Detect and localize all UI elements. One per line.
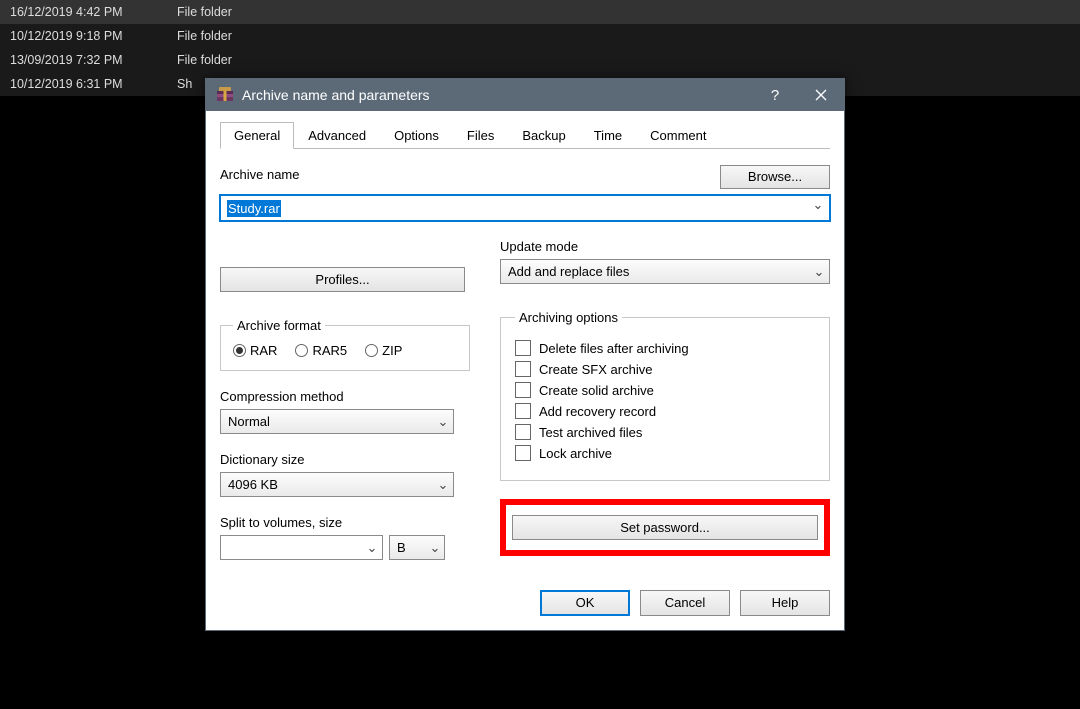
split-unit-value: B bbox=[390, 540, 426, 555]
file-type: Sh bbox=[177, 72, 192, 96]
archive-name-label: Archive name bbox=[220, 165, 720, 182]
checkbox-test[interactable]: Test archived files bbox=[515, 424, 815, 440]
file-date: 16/12/2019 4:42 PM bbox=[0, 0, 177, 24]
archive-format-legend: Archive format bbox=[233, 318, 325, 333]
help-button-bottom[interactable]: Help bbox=[740, 590, 830, 616]
tab-strip: General Advanced Options Files Backup Ti… bbox=[220, 121, 830, 149]
archive-dialog: Archive name and parameters ? General Ad… bbox=[205, 78, 845, 631]
dialog-buttons: OK Cancel Help bbox=[220, 590, 830, 616]
split-unit-select[interactable]: B ⌄ bbox=[389, 535, 445, 560]
file-date: 10/12/2019 6:31 PM bbox=[0, 72, 177, 96]
cancel-button[interactable]: Cancel bbox=[640, 590, 730, 616]
chevron-down-icon: ⌄ bbox=[433, 477, 453, 493]
tab-backup[interactable]: Backup bbox=[508, 122, 579, 149]
chevron-down-icon: ⌄ bbox=[362, 540, 382, 556]
checkbox-label: Add recovery record bbox=[539, 404, 656, 419]
checkbox-icon bbox=[515, 445, 531, 461]
set-password-highlight: Set password... bbox=[500, 499, 830, 556]
chevron-down-icon[interactable] bbox=[807, 196, 829, 220]
split-volumes-label: Split to volumes, size bbox=[220, 515, 480, 530]
archive-name-field[interactable]: Study.rar bbox=[220, 195, 830, 221]
file-date: 10/12/2019 9:18 PM bbox=[0, 24, 177, 48]
dialog-client: General Advanced Options Files Backup Ti… bbox=[206, 111, 844, 630]
checkbox-label: Lock archive bbox=[539, 446, 612, 461]
compression-method-value: Normal bbox=[221, 414, 433, 429]
tab-general[interactable]: General bbox=[220, 122, 294, 149]
checkbox-label: Delete files after archiving bbox=[539, 341, 689, 356]
help-button[interactable]: ? bbox=[752, 79, 798, 111]
checkbox-solid[interactable]: Create solid archive bbox=[515, 382, 815, 398]
archive-name-input[interactable]: Study.rar bbox=[221, 196, 807, 220]
winrar-icon bbox=[214, 84, 236, 106]
radio-icon bbox=[233, 344, 246, 357]
split-size-input[interactable]: ⌄ bbox=[220, 535, 383, 560]
dictionary-size-value: 4096 KB bbox=[221, 477, 433, 492]
update-mode-value: Add and replace files bbox=[501, 264, 809, 279]
tab-time[interactable]: Time bbox=[580, 122, 636, 149]
compression-method-select[interactable]: Normal ⌄ bbox=[220, 409, 454, 434]
tab-options[interactable]: Options bbox=[380, 122, 453, 149]
file-date: 13/09/2019 7:32 PM bbox=[0, 48, 177, 72]
checkbox-label: Create solid archive bbox=[539, 383, 654, 398]
file-row[interactable]: 16/12/2019 4:42 PM File folder bbox=[0, 0, 1080, 24]
radio-icon bbox=[365, 344, 378, 357]
radio-rar5[interactable]: RAR5 bbox=[295, 343, 347, 358]
file-type: File folder bbox=[177, 48, 232, 72]
chevron-down-icon: ⌄ bbox=[433, 414, 453, 430]
archiving-options-group: Archiving options Delete files after arc… bbox=[500, 310, 830, 481]
ok-button[interactable]: OK bbox=[540, 590, 630, 616]
checkbox-icon bbox=[515, 424, 531, 440]
checkbox-icon bbox=[515, 361, 531, 377]
checkbox-icon bbox=[515, 403, 531, 419]
file-row[interactable]: 10/12/2019 9:18 PM File folder bbox=[0, 24, 1080, 48]
file-type: File folder bbox=[177, 24, 232, 48]
profiles-button[interactable]: Profiles... bbox=[220, 267, 465, 292]
dialog-title: Archive name and parameters bbox=[242, 87, 752, 103]
radio-label: ZIP bbox=[382, 343, 402, 358]
radio-label: RAR5 bbox=[312, 343, 347, 358]
checkbox-delete-after[interactable]: Delete files after archiving bbox=[515, 340, 815, 356]
set-password-button[interactable]: Set password... bbox=[512, 515, 818, 540]
titlebar[interactable]: Archive name and parameters ? bbox=[206, 79, 844, 111]
chevron-down-icon: ⌄ bbox=[809, 264, 829, 280]
checkbox-lock[interactable]: Lock archive bbox=[515, 445, 815, 461]
close-button[interactable] bbox=[798, 79, 844, 111]
checkbox-icon bbox=[515, 340, 531, 356]
update-mode-label: Update mode bbox=[500, 239, 830, 254]
checkbox-sfx[interactable]: Create SFX archive bbox=[515, 361, 815, 377]
dictionary-size-label: Dictionary size bbox=[220, 452, 480, 467]
checkbox-label: Create SFX archive bbox=[539, 362, 652, 377]
checkbox-icon bbox=[515, 382, 531, 398]
archive-format-group: Archive format RAR RAR5 ZIP bbox=[220, 318, 470, 371]
radio-label: RAR bbox=[250, 343, 277, 358]
radio-zip[interactable]: ZIP bbox=[365, 343, 402, 358]
compression-method-label: Compression method bbox=[220, 389, 480, 404]
file-row[interactable]: 13/09/2019 7:32 PM File folder bbox=[0, 48, 1080, 72]
radio-icon bbox=[295, 344, 308, 357]
tab-comment[interactable]: Comment bbox=[636, 122, 720, 149]
archiving-options-legend: Archiving options bbox=[515, 310, 622, 325]
update-mode-select[interactable]: Add and replace files ⌄ bbox=[500, 259, 830, 284]
file-type: File folder bbox=[177, 0, 232, 24]
browse-button[interactable]: Browse... bbox=[720, 165, 830, 189]
chevron-down-icon: ⌄ bbox=[426, 540, 444, 556]
dictionary-size-select[interactable]: 4096 KB ⌄ bbox=[220, 472, 454, 497]
tab-files[interactable]: Files bbox=[453, 122, 508, 149]
radio-rar[interactable]: RAR bbox=[233, 343, 277, 358]
checkbox-label: Test archived files bbox=[539, 425, 642, 440]
tab-advanced[interactable]: Advanced bbox=[294, 122, 380, 149]
archive-name-value: Study.rar bbox=[227, 200, 281, 217]
checkbox-recovery[interactable]: Add recovery record bbox=[515, 403, 815, 419]
